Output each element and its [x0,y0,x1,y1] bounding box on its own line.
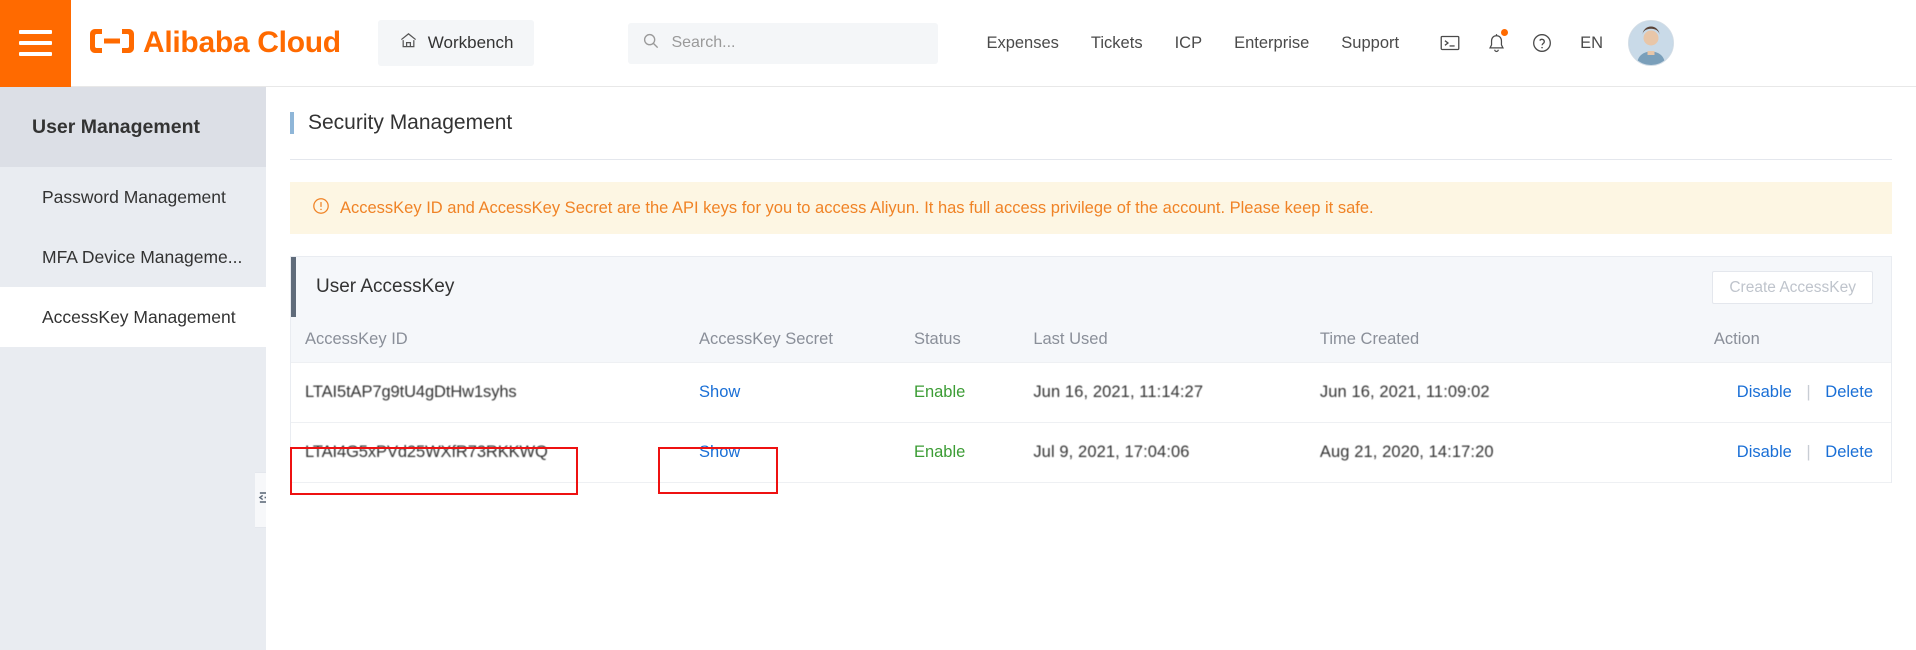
brand-logo[interactable]: Alibaba Cloud [90,26,341,61]
cell-accesskey-id: LTAI4G5xPVd25WXfR73RKKWQ [291,422,686,483]
cell-last-used: Jul 9, 2021, 17:04:06 [1019,422,1306,483]
sidebar: User Management Password Management MFA … [0,87,266,650]
home-icon [399,31,418,55]
main-content: Security Management AccessKey ID and Acc… [266,87,1916,650]
security-warning-text: AccessKey ID and AccessKey Secret are th… [340,198,1374,217]
user-avatar[interactable] [1628,20,1675,66]
page-title-row: Security Management [266,87,1916,159]
action-separator: | [1806,443,1811,461]
sidebar-title: User Management [0,87,266,167]
sidebar-item-mfa-device-management[interactable]: MFA Device Manageme... [0,227,266,287]
delete-link[interactable]: Delete [1825,443,1873,461]
global-search-box[interactable] [628,22,939,64]
nav-link-icp[interactable]: ICP [1159,34,1219,53]
page-title: Security Management [308,111,513,134]
accesskey-table: AccessKey ID AccessKey Secret Status Las… [291,317,1891,483]
cell-status: Enable [899,422,1020,483]
disable-link[interactable]: Disable [1737,443,1792,461]
nav-link-support[interactable]: Support [1325,34,1415,53]
nav-link-expenses[interactable]: Expenses [970,34,1074,53]
last-used-value: Jun 16, 2021, 11:14:27 [1033,383,1204,401]
table-row: LTAI4G5xPVd25WXfR73RKKWQ Show Enable Jul… [291,422,1891,483]
time-created-value: Aug 21, 2020, 14:17:20 [1319,443,1494,461]
cell-accesskey-id: LTAI5tAP7g9tU4gDtHw1syhs [291,362,686,423]
panel-accent-bar [291,257,296,317]
warning-circle-icon [312,197,330,220]
cell-time-created: Jun 16, 2021, 11:09:02 [1305,362,1700,423]
page-title-accent-bar [290,112,294,134]
show-secret-link[interactable]: Show [699,383,740,401]
panel-title: User AccessKey [316,276,455,297]
search-icon [642,32,660,55]
help-icon[interactable] [1519,20,1565,66]
show-secret-link[interactable]: Show [699,443,740,461]
top-nav-icon-group [1427,20,1565,66]
search-input[interactable] [671,34,925,52]
nav-link-enterprise[interactable]: Enterprise [1218,34,1325,53]
hamburger-menu-icon[interactable] [0,0,71,87]
sidebar-item-accesskey-management[interactable]: AccessKey Management [0,287,266,347]
status-badge: Enable [913,443,966,461]
create-accesskey-button[interactable]: Create AccessKey [1712,271,1873,304]
workbench-label: Workbench [427,33,514,52]
column-header-time-created: Time Created [1305,317,1700,363]
delete-link[interactable]: Delete [1825,383,1873,401]
cell-action: Disable | Delete [1699,362,1891,423]
top-nav-links: Expenses Tickets ICP Enterprise Support [970,34,1415,53]
language-selector[interactable]: EN [1565,34,1618,53]
cell-time-created: Aug 21, 2020, 14:17:20 [1305,422,1700,483]
accesskey-id-value: LTAI5tAP7g9tU4gDtHw1syhs [305,383,517,401]
action-separator: | [1806,383,1811,401]
last-used-value: Jul 9, 2021, 17:04:06 [1033,443,1190,461]
sidebar-item-label: Password Management [42,186,226,207]
workbench-button[interactable]: Workbench [377,20,535,66]
sidebar-item-label: AccessKey Management [42,306,236,327]
accesskey-id-value: LTAI4G5xPVd25WXfR73RKKWQ [305,443,548,461]
column-header-last-used: Last Used [1019,317,1306,363]
title-divider [290,159,1892,160]
status-badge: Enable [913,383,966,401]
table-header-row: AccessKey ID AccessKey Secret Status Las… [291,317,1891,363]
user-accesskey-panel: User AccessKey Create AccessKey AccessKe… [290,256,1892,483]
top-navigation-bar: Alibaba Cloud Workbench Expenses Tickets… [0,0,1916,87]
disable-link[interactable]: Disable [1737,383,1792,401]
bell-icon[interactable] [1473,20,1519,66]
sidebar-item-password-management[interactable]: Password Management [0,167,266,227]
column-header-accesskey-id: AccessKey ID [291,317,686,363]
table-row: LTAI5tAP7g9tU4gDtHw1syhs Show Enable Jun… [291,362,1891,423]
nav-link-tickets[interactable]: Tickets [1075,34,1159,53]
cell-accesskey-secret: Show [685,422,900,483]
cell-accesskey-secret: Show [685,362,900,423]
column-header-action: Action [1699,317,1891,363]
cell-status: Enable [899,362,1020,423]
panel-header: User AccessKey Create AccessKey [291,257,1891,317]
column-header-accesskey-secret: AccessKey Secret [685,317,900,363]
security-warning-banner: AccessKey ID and AccessKey Secret are th… [290,182,1892,234]
brand-name: Alibaba Cloud [143,26,341,59]
time-created-value: Jun 16, 2021, 11:09:02 [1319,383,1490,401]
column-header-status: Status [899,317,1020,363]
sidebar-item-label: MFA Device Manageme... [42,246,243,267]
cell-action: Disable | Delete [1699,422,1891,483]
terminal-icon[interactable] [1427,20,1473,66]
cell-last-used: Jun 16, 2021, 11:14:27 [1019,362,1306,423]
alibaba-cloud-logo-icon [90,26,134,61]
